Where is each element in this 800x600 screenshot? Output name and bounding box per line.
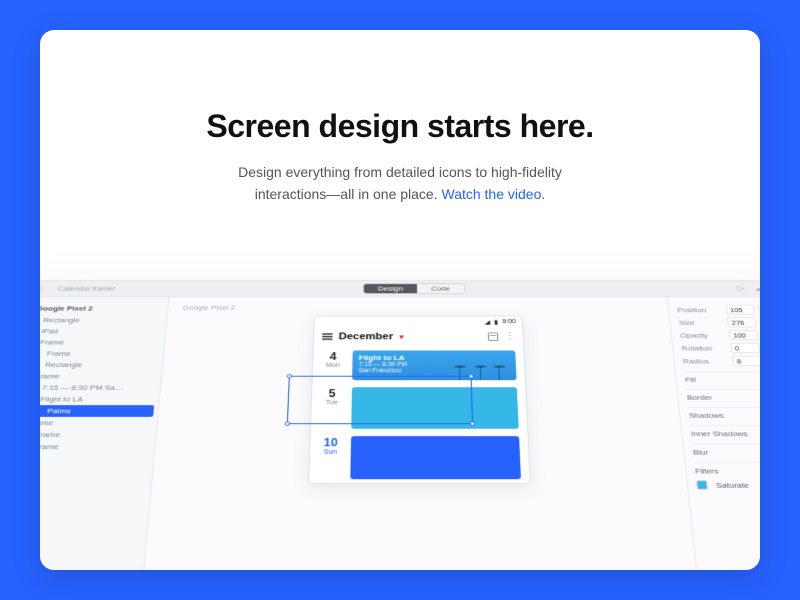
rotation-input[interactable]: 0 [730,343,760,353]
day-number: 5 [320,387,343,399]
mode-segmented: Design Code [363,283,466,294]
inspector-inner-shadows-section[interactable]: Inner Shadows+ [690,425,760,438]
event-card-photo[interactable]: Flight to LA 7:15 — 8:30 PM San Francisc… [352,350,516,380]
hero-subtitle-line1: Design everything from detailed icons to… [238,164,562,180]
cloud-icon[interactable]: ☁ [754,284,760,293]
filter-label: Saturate [716,481,750,490]
tab-design[interactable]: Design [364,284,417,293]
day-col: 10 Sun [318,436,343,479]
device-frame[interactable]: ◢ ▮ 9:00 December ▾ ⋮ [308,316,531,484]
inspector-position-row: Position 105 0 [677,305,760,315]
size-w-input[interactable]: 276 [727,317,757,327]
artboard-label: Google Pixel 2 [182,304,235,312]
more-icon[interactable]: ⋮ [504,333,515,340]
tree-item[interactable]: Frame [40,337,165,348]
chevron-down-icon[interactable]: ▾ [399,332,404,341]
day-name: Mon [321,363,344,369]
hero-subtitle: Design everything from detailed icons to… [120,161,680,206]
tree-item[interactable]: Rectangle [40,359,163,370]
battery-icon: ▮ [494,319,498,326]
inspector-opacity-row: Opacity 100 [680,330,760,340]
inspector-border-section[interactable]: Border+ [686,389,760,402]
palm-icon [454,365,466,368]
palm-icon [493,365,506,368]
traffic-light-max[interactable] [40,286,43,292]
signal-icon: ◢ [484,319,490,326]
tree-item[interactable]: Rectangle [40,315,167,326]
tree-item[interactable]: 7:15 — 8:30 PM Sa… [40,382,161,394]
day-name: Sun [319,449,343,456]
device-statusbar: ◢ ▮ 9:00 [314,316,522,328]
app-window: Calendar.framer Design Code ▷ ☁ ▣ Share … [40,280,760,570]
status-time: 9:00 [502,319,516,326]
tree-item[interactable]: Frame [40,348,164,359]
app-body: ▭ T ≣ ⌕ Google Pixel 2 Rectangle iPad Fr… [40,297,760,570]
opacity-input[interactable]: 100 [728,330,758,340]
watch-video-link[interactable]: Watch the video [442,186,542,202]
palm-icon [474,365,487,368]
inspector-label: Opacity [680,331,726,339]
day-col: 4 Mon [321,350,345,380]
inspector-label: Position [677,306,722,314]
tree-item[interactable]: Flight to LA [40,393,159,405]
day-col: 5 Tue [319,387,343,429]
tree-item[interactable]: iPad [40,326,166,337]
tree-item[interactable]: Frame [40,441,155,453]
event-title: Flight to LA [359,354,510,362]
inspector-saturate-row: Saturate 200 [696,479,760,490]
day-number: 4 [321,350,344,362]
resize-handle[interactable] [285,421,290,426]
canvas[interactable]: Google Pixel 2 ◢ ▮ 9:00 December ▾ ⋮ [133,297,708,570]
tab-code[interactable]: Code [417,284,464,293]
hero-period: . [541,186,545,202]
calendar-icon[interactable] [488,332,499,341]
inspector-fill-section[interactable]: Fill+ [684,371,760,383]
window-title: Calendar.framer [57,285,115,292]
inspector-size-row: Size 276 105 [678,317,760,327]
inspector-label: Size [678,319,724,327]
inspector-label: Rotation [681,344,727,352]
resize-handle[interactable] [287,374,292,378]
hero-title: Screen design starts here. [120,108,680,145]
inspector-radius-row: Radius 8 [682,356,760,366]
tree-root[interactable]: Google Pixel 2 [40,302,168,315]
position-x-input[interactable]: 105 [725,305,755,315]
hero: Screen design starts here. Design everyt… [40,30,760,232]
inspector-blur-section[interactable]: Blur+ [692,443,760,456]
size-h-input[interactable]: 105 [759,317,760,327]
day-entry: 4 Mon Flight to LA 7:15 — 8:30 PM San Fr… [312,347,525,384]
menu-icon[interactable] [322,333,332,340]
day-entry: 10 Sun [309,432,530,483]
landing-card: Screen design starts here. Design everyt… [40,30,760,570]
day-name: Tue [320,400,343,406]
tree-item[interactable]: Frame [40,417,157,429]
event-location: San Francisco [358,368,510,374]
day-entry: 5 Tue [311,384,528,433]
event-card[interactable] [351,387,518,429]
titlebar-right: ▷ ☁ ▣ Share [737,284,760,293]
inspector-rotation-row: Rotation 0 [681,343,760,353]
month-label[interactable]: December [339,332,394,342]
preview-icon[interactable]: ▷ [737,284,745,293]
app-stage: Calendar.framer Design Code ▷ ☁ ▣ Share … [40,280,760,570]
tree-item[interactable]: Frame [40,370,162,381]
inspector-filters-section[interactable]: Filters [694,462,760,475]
event-card[interactable] [350,436,521,479]
tree-item[interactable]: Frame [40,429,156,441]
radius-input[interactable]: 8 [732,356,760,366]
filter-swatch[interactable] [696,480,708,490]
hero-subtitle-line2: interactions—all in one place. [255,186,442,202]
inspector-shadows-section[interactable]: Shadows+ [688,407,760,420]
position-y-input[interactable]: 0 [758,305,760,315]
inspector-label: Radius [683,357,729,365]
day-number: 10 [319,436,343,449]
tree-item-selected[interactable]: Palms [40,405,154,417]
device-header: December ▾ ⋮ [314,328,524,347]
titlebar: Calendar.framer Design Code ▷ ☁ ▣ Share [40,281,760,297]
